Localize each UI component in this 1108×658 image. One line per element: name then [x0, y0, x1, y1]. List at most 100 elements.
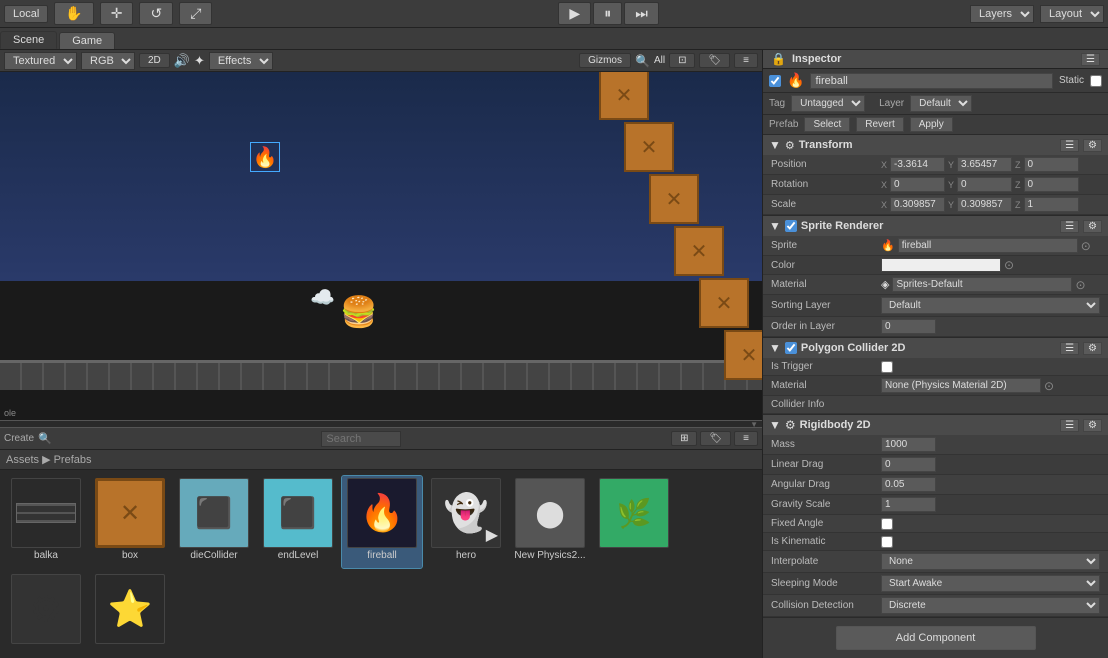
scale-y-input[interactable]: [957, 197, 1012, 212]
effects-select[interactable]: Effects: [209, 52, 273, 70]
inspector-menu-button[interactable]: ☰: [1081, 53, 1100, 66]
scale-z-input[interactable]: [1024, 197, 1079, 212]
sorting-layer-select[interactable]: Default: [881, 297, 1100, 314]
asset-fireball[interactable]: 🔥 fireball: [342, 476, 422, 568]
fireball-selected[interactable]: 🔥: [250, 142, 280, 172]
rot-x-input[interactable]: [890, 177, 945, 192]
scene-tab[interactable]: Scene: [0, 31, 57, 49]
collider-active-checkbox[interactable]: [785, 342, 797, 354]
textured-select[interactable]: Textured: [4, 52, 77, 70]
toolbar-right: Layers Layout: [970, 5, 1104, 23]
sprite-renderer-header[interactable]: ▼ Sprite Renderer ☰ ⚙: [763, 216, 1108, 236]
2d-button[interactable]: 2D: [139, 53, 170, 68]
rot-z-input[interactable]: [1024, 177, 1079, 192]
color-picker[interactable]: [881, 258, 1001, 272]
fixed-angle-checkbox[interactable]: [881, 518, 893, 530]
asset-star[interactable]: ⭐: [90, 572, 170, 653]
rotate-tool[interactable]: ↺: [139, 2, 173, 25]
collider-material-row: Material ⊙: [763, 376, 1108, 396]
smoke-object: ☁️: [310, 285, 335, 310]
collider-material-input[interactable]: [881, 378, 1041, 393]
gravity-scale-input[interactable]: [881, 497, 936, 512]
pos-y-input[interactable]: [957, 157, 1012, 172]
asset-balka[interactable]: balka: [6, 476, 86, 568]
static-checkbox[interactable]: [1090, 75, 1102, 87]
apply-button[interactable]: Apply: [910, 117, 953, 132]
asset-box[interactable]: ✕ box: [90, 476, 170, 568]
polygon-collider-header[interactable]: ▼ Polygon Collider 2D ☰ ⚙: [763, 338, 1108, 358]
scale-x-input[interactable]: [890, 197, 945, 212]
layers-scene-button[interactable]: ≡: [734, 53, 758, 68]
layer-select[interactable]: Default: [910, 95, 972, 112]
tag-button[interactable]: 🏷: [699, 53, 730, 68]
sprite-link-icon[interactable]: ⊙: [1081, 239, 1091, 253]
gizmos-button[interactable]: Gizmos: [579, 53, 631, 68]
asset-diecollider[interactable]: ⬛ dieCollider: [174, 476, 254, 568]
sprite-options-btn[interactable]: ☰: [1060, 220, 1079, 233]
fixed-angle-value: [881, 518, 1100, 530]
layers-select[interactable]: Layers: [970, 5, 1034, 23]
add-component-button[interactable]: Add Component: [836, 626, 1036, 650]
is-trigger-checkbox[interactable]: [881, 361, 893, 373]
maximize-button[interactable]: ⊡: [669, 53, 695, 68]
object-icon: 🔥: [787, 72, 804, 89]
rigidbody-header[interactable]: ▼ ⚙ Rigidbody 2D ☰ ⚙: [763, 415, 1108, 435]
sprite-active-checkbox[interactable]: [785, 220, 797, 232]
move-tool[interactable]: ✛: [100, 2, 134, 25]
material-link-icon[interactable]: ⊙: [1075, 278, 1085, 292]
rgb-select[interactable]: RGB: [81, 52, 135, 70]
assets-search-input[interactable]: [321, 431, 401, 447]
assets-layers-btn[interactable]: ≡: [734, 431, 758, 446]
pause-button[interactable]: ⏸: [593, 2, 622, 25]
sprite-input[interactable]: [898, 238, 1078, 253]
sprite-gear-btn[interactable]: ⚙: [1083, 220, 1102, 233]
angular-drag-input[interactable]: [881, 477, 936, 492]
local-button[interactable]: Local: [4, 5, 48, 23]
asset-endlevel[interactable]: ⬛ endLevel: [258, 476, 338, 568]
color-link-icon[interactable]: ⊙: [1004, 258, 1014, 272]
transform-header[interactable]: ▼ ⚙ Transform ☰ ⚙: [763, 135, 1108, 155]
scale-tool[interactable]: ⤢: [179, 2, 212, 25]
linear-drag-value: [881, 457, 1100, 472]
pos-x-input[interactable]: [890, 157, 945, 172]
transform-options-btn[interactable]: ☰: [1060, 139, 1079, 152]
asset-grass[interactable]: 🌿: [594, 476, 674, 568]
rigidbody-options-btn[interactable]: ☰: [1060, 419, 1079, 432]
pos-z-input[interactable]: [1024, 157, 1079, 172]
step-button[interactable]: ⏭: [624, 2, 659, 25]
collider-gear-btn[interactable]: ⚙: [1083, 342, 1102, 355]
is-kinematic-checkbox[interactable]: [881, 536, 893, 548]
order-in-layer-input[interactable]: [881, 319, 936, 334]
assets-tag-btn[interactable]: 🏷: [700, 431, 731, 446]
asset-gear[interactable]: ⚙: [6, 572, 86, 653]
assets-view-btn[interactable]: ⊞: [671, 431, 697, 446]
rigidbody-gear-btn[interactable]: ⚙: [1083, 419, 1102, 432]
play-button[interactable]: ▶: [558, 2, 591, 25]
sprite-renderer-section: ▼ Sprite Renderer ☰ ⚙ Sprite 🔥 ⊙ Color: [763, 216, 1108, 338]
rot-y-input[interactable]: [957, 177, 1012, 192]
material-row: Material ◈ ⊙: [763, 275, 1108, 295]
asset-hero[interactable]: 👻 ▶ hero: [426, 476, 506, 568]
object-name-input[interactable]: [810, 73, 1053, 89]
hero-object: 🍔: [340, 295, 377, 330]
collider-options-btn[interactable]: ☰: [1060, 342, 1079, 355]
collision-detection-select[interactable]: Discrete: [881, 597, 1100, 614]
game-tab[interactable]: Game: [59, 32, 115, 49]
select-button[interactable]: Select: [804, 117, 850, 132]
linear-drag-input[interactable]: [881, 457, 936, 472]
asset-new-physics[interactable]: ⬤ New Physics2...: [510, 476, 590, 568]
grass-thumb: 🌿: [599, 478, 669, 548]
interpolate-select[interactable]: None: [881, 553, 1100, 570]
object-active-checkbox[interactable]: [769, 75, 781, 87]
collider-material-link-icon[interactable]: ⊙: [1044, 379, 1054, 393]
resize-handle[interactable]: ▼: [0, 420, 762, 428]
hand-tool[interactable]: ✋: [54, 2, 93, 25]
mass-input[interactable]: [881, 437, 936, 452]
sprite-renderer-header-right: ☰ ⚙: [1060, 220, 1102, 233]
layout-select[interactable]: Layout: [1040, 5, 1104, 23]
revert-button[interactable]: Revert: [856, 117, 903, 132]
sleeping-mode-select[interactable]: Start Awake: [881, 575, 1100, 592]
tag-select[interactable]: Untagged: [791, 95, 865, 112]
transform-gear-btn[interactable]: ⚙: [1083, 139, 1102, 152]
material-input[interactable]: [892, 277, 1072, 292]
